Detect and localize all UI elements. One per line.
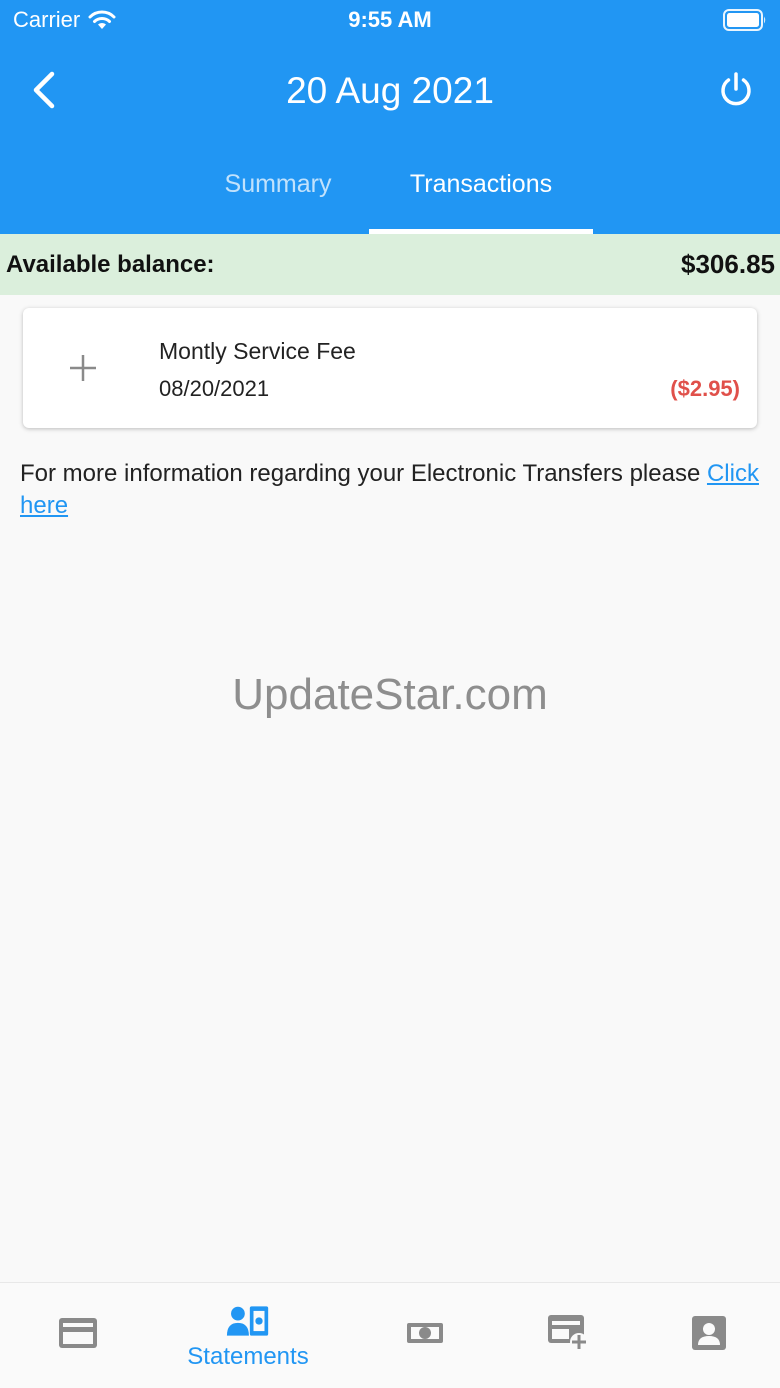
info-text: For more information regarding your Elec…	[20, 460, 707, 487]
nav-item-statements[interactable]: Statements	[170, 1283, 326, 1388]
nav-item-cards[interactable]	[0, 1283, 156, 1388]
nav-item-money[interactable]	[347, 1283, 503, 1388]
transaction-amount: ($2.95)	[670, 376, 740, 401]
logout-button[interactable]	[714, 68, 758, 112]
bottom-navigation: Statements	[0, 1282, 780, 1388]
transaction-name: Montly Service Fee	[159, 338, 356, 364]
contact-icon	[692, 1316, 726, 1350]
statements-icon	[226, 1306, 269, 1336]
status-bar: Carrier 9:55 AM	[0, 0, 780, 40]
app-header: Carrier 9:55 AM 20 Aug 2021 Summary Tran…	[0, 0, 780, 234]
watermark: UpdateStar.com	[232, 670, 548, 719]
money-icon	[407, 1323, 443, 1343]
balance-label: Available balance:	[6, 251, 215, 278]
plus-icon[interactable]	[63, 348, 103, 388]
power-icon	[721, 72, 751, 106]
page-title: 20 Aug 2021	[286, 70, 494, 111]
transaction-card[interactable]: Montly Service Fee 08/20/2021 ($2.95)	[23, 308, 757, 428]
balance-value: $306.85	[681, 249, 775, 279]
electronic-transfers-info: For more information regarding your Elec…	[20, 458, 760, 522]
nav-label-statements: Statements	[187, 1343, 309, 1370]
transaction-date: 08/20/2021	[159, 376, 270, 401]
battery-icon	[723, 9, 767, 36]
status-time: 9:55 AM	[348, 7, 432, 32]
tab-summary[interactable]: Summary	[166, 160, 390, 234]
credit-card-icon	[59, 1318, 97, 1348]
tab-transactions[interactable]: Transactions	[369, 160, 593, 234]
nav-item-profile[interactable]	[631, 1283, 780, 1388]
nav-item-add-card[interactable]	[490, 1283, 646, 1388]
add-card-icon	[548, 1315, 588, 1351]
available-balance-bar: Available balance: $306.85	[0, 234, 780, 295]
